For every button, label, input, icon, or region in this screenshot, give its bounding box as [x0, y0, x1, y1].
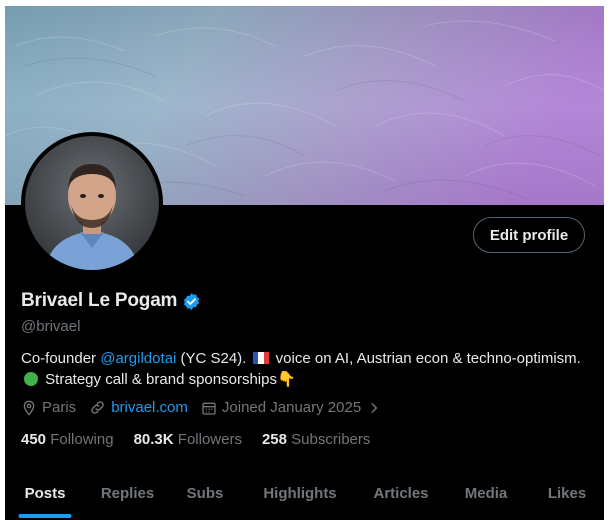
tab-media[interactable]: Media [442, 468, 530, 518]
tab-label: Posts [24, 484, 66, 502]
bio-text: Strategy call & brand sponsorships [41, 371, 277, 388]
bio-mention-link[interactable]: @argildotai [100, 350, 176, 367]
bio-text: Co-founder [21, 350, 101, 367]
stat-following[interactable]: 450 Following [21, 431, 114, 448]
stat-followers[interactable]: 80.3K Followers [134, 431, 242, 448]
website-link[interactable]: brivael.com [111, 399, 188, 416]
stat-subscribers[interactable]: 258 Subscribers [262, 431, 370, 448]
active-tab-indicator [18, 514, 72, 518]
profile-bio: Co-founder @argildotai (YC S24). voice o… [21, 348, 581, 390]
stat-value: 258 [261, 431, 287, 448]
tab-articles[interactable]: Articles [360, 468, 442, 518]
profile-avatar[interactable] [21, 132, 163, 274]
edit-profile-button[interactable]: Edit profile [473, 217, 585, 253]
green-circle-icon [24, 372, 38, 386]
tab-label: Media [464, 484, 508, 502]
stat-value: 450 [21, 431, 47, 448]
stat-value: 80.3K [133, 431, 174, 448]
joined-item[interactable]: Joined January 2025 [201, 399, 386, 416]
bio-text: (YC S24). [176, 350, 251, 367]
profile-name: Brivael Le Pogam [21, 290, 178, 311]
tab-label: Replies [100, 484, 155, 502]
profile-tabs: Posts Replies Subs Highlights Articles M… [5, 468, 604, 520]
stat-label: Followers [177, 431, 242, 448]
location-pin-icon [23, 400, 35, 416]
website-item[interactable]: brivael.com [89, 399, 188, 416]
verified-badge-icon[interactable] [182, 292, 201, 311]
tab-posts[interactable]: Posts [5, 468, 85, 518]
tab-subs[interactable]: Subs [170, 468, 240, 518]
profile-handle: @brivael [21, 318, 81, 335]
location-item: Paris [21, 399, 76, 416]
tab-likes[interactable]: Likes [530, 468, 604, 518]
avatar-photo [25, 136, 159, 270]
link-icon [91, 401, 104, 414]
bio-text: voice on AI, Austrian econ & techno-opti… [271, 350, 581, 367]
pointing-down-emoji: 👇 [276, 371, 296, 388]
tab-label: Highlights [263, 484, 337, 502]
profile-meta: Paris brivael.com Joined January 2025 [21, 399, 399, 416]
chevron-right-icon [371, 402, 378, 413]
window-right-edge [604, 6, 610, 520]
location-text: Paris [42, 399, 77, 416]
tab-label: Likes [547, 484, 587, 502]
tab-highlights[interactable]: Highlights [240, 468, 360, 518]
tab-replies[interactable]: Replies [85, 468, 170, 518]
profile-stats: 450 Following 80.3K Followers 258 Subscr… [21, 431, 390, 448]
tab-label: Articles [373, 484, 429, 502]
stat-label: Subscribers [291, 431, 371, 448]
calendar-icon [202, 402, 216, 415]
profile-name-row: Brivael Le Pogam [21, 290, 201, 312]
france-flag-icon [252, 349, 270, 364]
joined-text: Joined January 2025 [221, 399, 362, 416]
stat-label: Following [50, 431, 114, 448]
tab-label: Subs [186, 484, 224, 502]
